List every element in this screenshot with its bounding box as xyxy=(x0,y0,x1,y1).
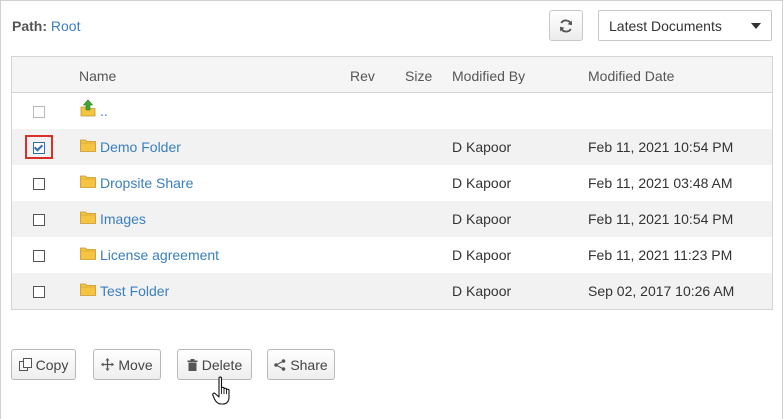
modified-date: Feb 11, 2021 10:54 PM xyxy=(588,139,734,155)
modified-by: D Kapoor xyxy=(452,139,512,155)
folder-link[interactable]: Test Folder xyxy=(100,283,169,299)
move-icon xyxy=(101,358,115,371)
column-header-modified-by[interactable]: Modified By xyxy=(452,68,525,84)
folder-link[interactable]: License agreement xyxy=(100,247,219,263)
trash-icon xyxy=(187,358,198,371)
share-label: Share xyxy=(290,356,328,373)
folder-link[interactable]: Images xyxy=(100,211,146,227)
modified-date: Feb 11, 2021 11:23 PM xyxy=(588,247,733,263)
delete-label: Delete xyxy=(201,356,243,373)
folder-up-icon xyxy=(80,99,96,117)
folder-icon xyxy=(80,247,96,260)
move-label: Move xyxy=(118,356,153,373)
folder-link[interactable]: Dropsite Share xyxy=(100,175,193,191)
folder-icon xyxy=(80,283,96,296)
table-row-parent[interactable]: .. xyxy=(12,93,772,129)
modified-by: D Kapoor xyxy=(452,175,512,191)
chevron-down-icon xyxy=(751,22,761,29)
table-header: Name Rev Size Modified By Modified Date xyxy=(12,57,772,93)
modified-date: Feb 11, 2021 10:54 PM xyxy=(588,211,734,227)
copy-icon xyxy=(18,358,32,371)
table-row[interactable]: Test Folder D Kapoor Sep 02, 2017 10:26 … xyxy=(12,273,772,309)
breadcrumb: Path: Root xyxy=(12,18,80,34)
folder-icon xyxy=(80,175,96,188)
modified-by: D Kapoor xyxy=(452,247,512,263)
path-root-link[interactable]: Root xyxy=(51,18,81,34)
copy-label: Copy xyxy=(35,356,69,373)
row-checkbox[interactable] xyxy=(33,178,45,190)
column-header-modified-date[interactable]: Modified Date xyxy=(588,68,674,84)
folder-link[interactable]: Demo Folder xyxy=(100,139,181,155)
folder-icon xyxy=(80,211,96,224)
documents-table: Name Rev Size Modified By Modified Date … xyxy=(11,56,773,310)
share-button[interactable]: Share xyxy=(267,349,335,380)
view-select[interactable]: Latest Documents xyxy=(598,10,772,41)
table-row[interactable]: Dropsite Share D Kapoor Feb 11, 2021 03:… xyxy=(12,165,772,201)
column-header-size[interactable]: Size xyxy=(405,68,432,84)
share-icon xyxy=(274,358,286,371)
document-browser-panel: Path: Root Latest Documents Name Rev Siz… xyxy=(0,0,783,419)
parent-folder-link[interactable]: .. xyxy=(100,103,108,119)
modified-date: Sep 02, 2017 10:26 AM xyxy=(588,283,735,299)
table-row[interactable]: License agreement D Kapoor Feb 11, 2021 … xyxy=(12,237,772,273)
path-label: Path: xyxy=(12,18,47,34)
row-checkbox[interactable] xyxy=(33,286,45,298)
modified-date: Feb 11, 2021 03:48 AM xyxy=(588,175,733,191)
view-select-value: Latest Documents xyxy=(609,17,722,34)
refresh-button[interactable] xyxy=(549,10,583,41)
move-button[interactable]: Move xyxy=(93,349,161,380)
table-row[interactable]: Images D Kapoor Feb 11, 2021 10:54 PM xyxy=(12,201,772,237)
row-checkbox[interactable] xyxy=(33,142,45,154)
column-header-rev[interactable]: Rev xyxy=(350,68,375,84)
copy-button[interactable]: Copy xyxy=(11,349,76,380)
modified-by: D Kapoor xyxy=(452,283,512,299)
modified-by: D Kapoor xyxy=(452,211,512,227)
column-header-name[interactable]: Name xyxy=(79,68,116,84)
folder-icon xyxy=(80,139,96,152)
row-checkbox xyxy=(33,106,45,118)
row-checkbox[interactable] xyxy=(33,250,45,262)
table-row[interactable]: Demo Folder D Kapoor Feb 11, 2021 10:54 … xyxy=(12,129,772,165)
row-checkbox[interactable] xyxy=(33,214,45,226)
refresh-icon xyxy=(560,19,572,32)
hand-cursor-icon xyxy=(212,376,230,405)
